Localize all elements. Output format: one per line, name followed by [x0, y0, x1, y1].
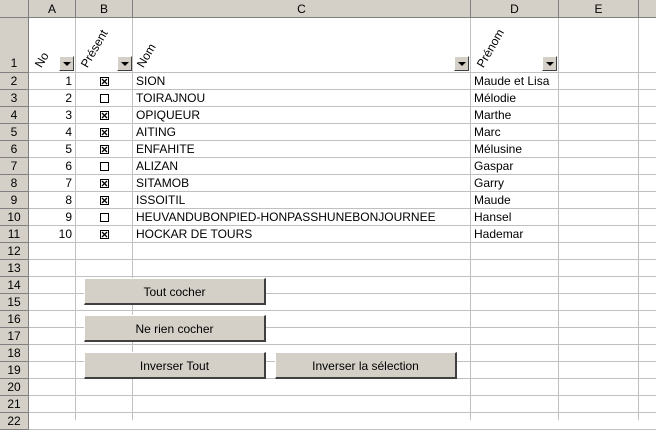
present-checkbox-checked[interactable] — [100, 128, 109, 137]
row-header-7[interactable]: 7 — [0, 158, 29, 175]
column-header-c[interactable]: C — [133, 0, 471, 18]
select-all-corner[interactable] — [0, 0, 29, 18]
present-checkbox-checked[interactable] — [100, 111, 109, 120]
cell-no[interactable]: 4 — [29, 124, 72, 140]
cell-prenom[interactable]: Maude — [471, 192, 560, 208]
cell-prenom[interactable]: Maude et Lisa — [471, 73, 560, 89]
inverser-tout-button[interactable]: Inverser Tout — [84, 352, 266, 379]
row-header-1[interactable]: 1 — [0, 18, 29, 73]
column-header-b[interactable]: B — [76, 0, 133, 18]
cell-prenom[interactable]: Mélodie — [471, 90, 560, 106]
cell-prenom[interactable]: Garry — [471, 175, 560, 191]
column-header-f[interactable] — [639, 0, 656, 18]
chevron-down-icon — [121, 62, 129, 66]
cell-nom[interactable]: SION — [133, 73, 470, 89]
cell-no[interactable]: 2 — [29, 90, 72, 106]
row-header-22[interactable]: 22 — [0, 413, 29, 430]
spreadsheet: A B C D E 1 2 3 4 5 6 7 8 9 10 11 12 13 14 15 16 17 18 19… — [0, 0, 656, 430]
filter-no-button[interactable] — [59, 56, 74, 71]
row-header-15[interactable]: 15 — [0, 294, 29, 311]
cell-no[interactable]: 8 — [29, 192, 72, 208]
row-header-12[interactable]: 12 — [0, 243, 29, 260]
header-nom: Nom — [133, 41, 159, 70]
row-header-21[interactable]: 21 — [0, 396, 29, 413]
cell-prenom[interactable]: Hansel — [471, 209, 560, 225]
column-header-d[interactable]: D — [471, 0, 559, 18]
row-header-5[interactable]: 5 — [0, 124, 29, 141]
row-header-13[interactable]: 13 — [0, 260, 29, 277]
cell-nom[interactable]: ALIZAN — [133, 158, 470, 174]
row-header-11[interactable]: 11 — [0, 226, 29, 243]
chevron-down-icon — [458, 62, 466, 66]
cell-prenom[interactable]: Marthe — [471, 107, 560, 123]
ne-rien-cocher-button[interactable]: Ne rien cocher — [84, 315, 266, 342]
row-header-20[interactable]: 20 — [0, 379, 29, 396]
row-header-16[interactable]: 16 — [0, 311, 29, 328]
header-prenom: Prénom — [473, 26, 508, 71]
present-checkbox[interactable] — [100, 94, 109, 103]
header-no: No — [31, 49, 52, 70]
row-header-14[interactable]: 14 — [0, 277, 29, 294]
row-header-18[interactable]: 18 — [0, 345, 29, 362]
row-header-8[interactable]: 8 — [0, 175, 29, 192]
present-checkbox-checked[interactable] — [100, 196, 109, 205]
cell-prenom[interactable]: Gaspar — [471, 158, 560, 174]
present-checkbox-checked[interactable] — [100, 77, 109, 86]
row-header-2[interactable]: 2 — [0, 73, 29, 90]
cell-no[interactable]: 5 — [29, 141, 72, 157]
cell-nom[interactable]: OPIQUEUR — [133, 107, 470, 123]
cell-nom[interactable]: SITAMOB — [133, 175, 470, 191]
row-header-19[interactable]: 19 — [0, 362, 29, 379]
row-header-3[interactable]: 3 — [0, 90, 29, 107]
present-checkbox-checked[interactable] — [100, 230, 109, 239]
present-checkbox[interactable] — [100, 162, 109, 171]
row-header-10[interactable]: 10 — [0, 209, 29, 226]
cell-nom[interactable]: TOIRAJNOU — [133, 90, 470, 106]
present-checkbox-checked[interactable] — [100, 145, 109, 154]
filter-prenom-button[interactable] — [542, 56, 557, 71]
cell-prenom[interactable]: Marc — [471, 124, 560, 140]
column-header-a[interactable]: A — [29, 0, 76, 18]
present-checkbox[interactable] — [100, 213, 109, 222]
cell-nom[interactable]: AITING — [133, 124, 470, 140]
cell-no[interactable]: 1 — [29, 73, 72, 89]
present-checkbox-checked[interactable] — [100, 179, 109, 188]
cell-prenom[interactable]: Mélusine — [471, 141, 560, 157]
row-header-17[interactable]: 17 — [0, 328, 29, 345]
cell-prenom[interactable]: Hademar — [471, 226, 560, 242]
tout-cocher-button[interactable]: Tout cocher — [84, 278, 266, 305]
header-present: Présent — [77, 27, 111, 70]
chevron-down-icon — [546, 62, 554, 66]
row-header-9[interactable]: 9 — [0, 192, 29, 209]
filter-present-button[interactable] — [117, 56, 132, 71]
cell-nom[interactable]: HEUVANDUBONPIED-HONPASSHUNEBONJOURNEE — [133, 209, 470, 225]
cell-no[interactable]: 10 — [29, 226, 72, 242]
row-header-4[interactable]: 4 — [0, 107, 29, 124]
inverser-selection-button[interactable]: Inverser la sélection — [275, 352, 457, 379]
cell-no[interactable]: 3 — [29, 107, 72, 123]
column-header-e[interactable]: E — [559, 0, 639, 18]
chevron-down-icon — [63, 62, 71, 66]
cell-no[interactable]: 7 — [29, 175, 72, 191]
cell-nom[interactable]: ENFAHITE — [133, 141, 470, 157]
cell-no[interactable]: 6 — [29, 158, 72, 174]
cell-nom[interactable]: ISSOITIL — [133, 192, 470, 208]
row-header-6[interactable]: 6 — [0, 141, 29, 158]
cell-no[interactable]: 9 — [29, 209, 72, 225]
filter-nom-button[interactable] — [454, 56, 469, 71]
cell-nom[interactable]: HOCKAR DE TOURS — [133, 226, 470, 242]
